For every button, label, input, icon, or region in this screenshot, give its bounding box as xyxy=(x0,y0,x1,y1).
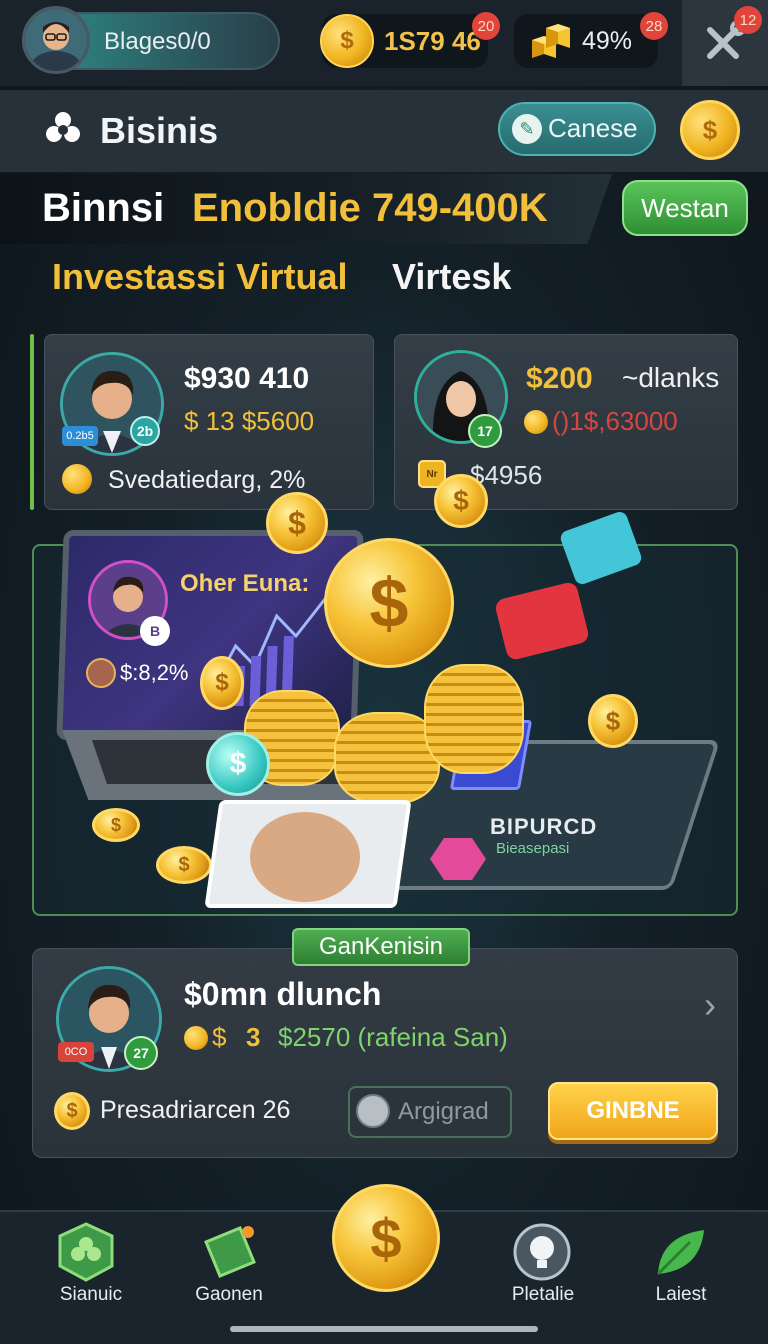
nav-item-pletalie[interactable]: Pletalie xyxy=(478,1218,608,1318)
featured-tag: GanKenisin xyxy=(292,928,470,966)
home-indicator[interactable] xyxy=(230,1326,538,1332)
flying-coin-icon: $ xyxy=(200,656,244,710)
sun-coin-icon xyxy=(184,1026,208,1050)
coin-balance-value: 1S79 46 xyxy=(384,26,481,56)
section-subtitle-gold: Investassi Virtual xyxy=(52,256,348,297)
nav-label-pletalie: Pletalie xyxy=(511,1284,575,1305)
card-right-amount-suffix: ~dlanks xyxy=(622,362,720,393)
nav-item-laiest[interactable]: Laiest xyxy=(616,1218,746,1318)
nav-label-laiest: Laiest xyxy=(655,1284,707,1305)
flying-coin-icon: $ xyxy=(92,808,140,842)
coin-small-icon xyxy=(524,410,548,434)
ginbne-button-label: GINBNE xyxy=(586,1097,680,1124)
leaf-badge-icon: ✎ xyxy=(512,114,542,144)
screen-stat: $:8,2% xyxy=(120,660,189,685)
player-name: Blages0/0 xyxy=(104,28,211,55)
argigrad-button-label: Argigrad xyxy=(398,1098,489,1125)
featured-level-badge: 27 xyxy=(124,1036,158,1070)
gold-notification-badge: 28 xyxy=(640,12,668,40)
center-dollar-coin-button[interactable]: $ xyxy=(332,1184,440,1292)
westan-button-label: Westan xyxy=(641,193,729,223)
tablet-title: BIPURCD xyxy=(490,814,598,839)
coin-notification-badge: 20 xyxy=(472,12,500,40)
gold-coin-icon: $ xyxy=(320,14,374,68)
featured-amount: $0mn dlunch xyxy=(184,976,382,1012)
page-title: Bisinis xyxy=(100,110,219,151)
tablet-subtitle: Bieasepasi xyxy=(496,840,570,857)
screen-title: Oher Euna: xyxy=(180,570,310,597)
banner-title-gold: Enobldie 749-400K xyxy=(192,186,548,230)
gold-percentage-value: 49% xyxy=(582,27,633,55)
nav-item-sianuic[interactable]: Sianuic xyxy=(26,1218,156,1318)
card-right-amount: $200 xyxy=(526,362,593,395)
gold-bars-icon xyxy=(532,24,570,58)
featured-stat-value: $2570 (rafeina San) xyxy=(278,1022,508,1052)
nav-item-gaonen[interactable]: Gaonen xyxy=(164,1218,294,1318)
card-left-amount: $930 410 xyxy=(184,362,310,395)
flying-coin-icon: $ xyxy=(588,694,638,748)
clover-logo-icon xyxy=(46,112,80,142)
card-accent-bar xyxy=(30,334,34,510)
banner-title-white: Binnsi xyxy=(42,186,165,230)
photo-portrait xyxy=(250,812,360,902)
featured-footer: Presadriarcen 26 xyxy=(100,1096,291,1124)
investor-right-level-badge: 17 xyxy=(468,414,502,448)
leaf-icon xyxy=(656,1230,704,1276)
green-ticket-icon xyxy=(204,1226,256,1278)
argigrad-avatar xyxy=(356,1094,390,1128)
section-subtitle-white: Virtesk xyxy=(392,256,512,297)
investor-rank-badge: 0.2b5 xyxy=(62,426,98,446)
teal-dollar-coin-icon: $ xyxy=(206,732,270,796)
clover-shield-icon xyxy=(58,1222,114,1282)
nav-label-sianuic: Sianuic xyxy=(59,1284,123,1305)
nav-label-gaonen: Gaonen xyxy=(195,1284,263,1305)
card-left-stat: $ 13 $5600 xyxy=(184,406,315,436)
coin-stack xyxy=(424,664,524,774)
featured-stat-count: 3 xyxy=(246,1022,261,1052)
chevron-right-icon[interactable]: › xyxy=(704,984,716,1026)
coin-shop-button[interactable]: $ xyxy=(680,100,740,160)
player-avatar[interactable] xyxy=(22,6,90,74)
dollar-coin-icon: $ xyxy=(54,1092,90,1130)
tools-notification-badge: 12 xyxy=(734,6,762,34)
card-left-footer: Svedatiedarg, 2% xyxy=(108,466,306,494)
screen-mini-avatar xyxy=(86,658,116,688)
flying-coin-icon: $ xyxy=(156,846,212,884)
big-dollar-coin-icon: $ xyxy=(324,538,454,668)
canese-button-label: Canese xyxy=(548,113,638,143)
flying-coin-icon: $ xyxy=(266,492,328,554)
sun-coin-icon xyxy=(62,464,92,494)
dollar-sign-icon: $ xyxy=(212,1022,227,1052)
featured-rank-badge: 0CO xyxy=(58,1042,94,1062)
flying-coin-icon: $ xyxy=(434,474,488,528)
investor-level-badge: 2b xyxy=(130,416,160,446)
lightbulb-icon xyxy=(513,1223,571,1281)
card-right-stat: ()1$,63000 xyxy=(552,406,678,436)
screen-avatar-badge: B xyxy=(140,616,170,646)
